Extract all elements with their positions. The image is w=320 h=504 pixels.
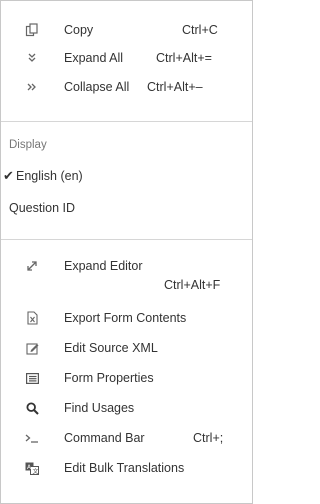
svg-text:文: 文 [33, 467, 39, 475]
menu-item-find-usages[interactable]: Find Usages [1, 394, 252, 422]
menu-item-label: Collapse All [64, 80, 130, 94]
menu-item-label: English (en) [16, 169, 83, 183]
menu-item-label: Form Properties [64, 371, 154, 385]
menu-item-shortcut: Ctrl+; [193, 431, 224, 445]
menu-item-label: Export Form Contents [64, 311, 187, 325]
section-header-display: Display [9, 139, 47, 151]
menu-item-english[interactable]: ✔ English (en) [1, 163, 252, 191]
expand-all-icon [25, 51, 39, 65]
menu-item-label: Copy [64, 23, 94, 37]
search-icon [25, 401, 39, 415]
menu-item-shortcut: Ctrl+Alt+– [147, 80, 203, 94]
menu-item-question-id[interactable]: Question ID [1, 195, 252, 223]
menu-item-expand-editor[interactable]: Expand Editor Ctrl+Alt+F [1, 257, 252, 297]
divider [1, 121, 252, 122]
edit-icon [25, 341, 39, 355]
menu-item-shortcut: Ctrl+C [182, 23, 218, 37]
terminal-icon [25, 431, 39, 445]
menu-item-edit-source-xml[interactable]: Edit Source XML [1, 334, 252, 362]
copy-icon [25, 23, 39, 37]
menu-item-label: Edit Bulk Translations [64, 461, 185, 475]
menu-item-label: Find Usages [64, 401, 135, 415]
menu-item-label: Expand Editor [64, 259, 143, 273]
menu-item-form-properties[interactable]: Form Properties [1, 364, 252, 392]
collapse-all-icon [25, 80, 39, 94]
menu-item-label: Expand All [64, 51, 124, 65]
menu-item-copy[interactable]: Copy Ctrl+C [1, 16, 252, 44]
menu-item-label: Edit Source XML [64, 341, 158, 355]
expand-editor-icon [25, 259, 39, 273]
menu-item-shortcut: Ctrl+Alt+= [156, 51, 212, 65]
menu-item-edit-bulk-translations[interactable]: A 文 Edit Bulk Translations [1, 454, 252, 482]
menu-item-export-form-contents[interactable]: Export Form Contents [1, 304, 252, 332]
divider [1, 239, 252, 240]
menu-item-expand-all[interactable]: Expand All Ctrl+Alt+= [1, 44, 252, 72]
menu-item-command-bar[interactable]: Command Bar Ctrl+; [1, 424, 252, 452]
context-menu: Copy Ctrl+C Expand All Ctrl+Alt+= Collap… [0, 0, 253, 504]
translations-icon: A 文 [25, 461, 39, 475]
menu-item-shortcut: Ctrl+Alt+F [164, 278, 221, 292]
menu-item-label: Question ID [9, 201, 76, 215]
menu-item-collapse-all[interactable]: Collapse All Ctrl+Alt+– [1, 73, 252, 101]
menu-item-label: Command Bar [64, 431, 145, 445]
form-properties-icon [25, 371, 39, 385]
export-icon [25, 311, 39, 325]
check-icon: ✔ [3, 168, 14, 183]
